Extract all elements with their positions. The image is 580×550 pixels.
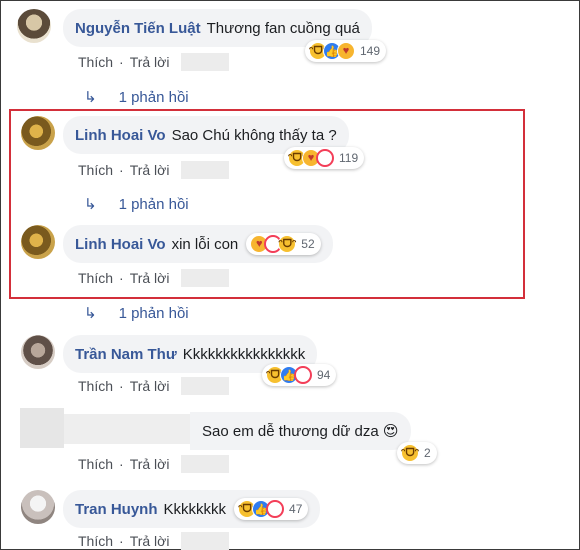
avatar[interactable] bbox=[21, 490, 55, 524]
reaction-summary[interactable]: ᵔᗜᵔ ♥ 119 bbox=[284, 147, 365, 169]
reply-link[interactable]: Trả lời bbox=[130, 162, 170, 178]
comment-author[interactable]: Tran Huynh bbox=[75, 501, 158, 518]
reply-arrow-icon: ↳ bbox=[84, 89, 97, 106]
view-replies-link[interactable]: ↳ 1 phản hồi bbox=[84, 88, 189, 107]
like-link[interactable]: Thích bbox=[78, 162, 113, 178]
blurred-avatar bbox=[20, 408, 64, 448]
action-separator: · bbox=[119, 54, 124, 70]
view-replies-label: 1 phản hồi bbox=[118, 304, 189, 322]
reply-link[interactable]: Trả lời bbox=[130, 533, 170, 549]
comment-actions: Thích · Trả lời bbox=[78, 455, 230, 473]
comment-actions: Thích · Trả lời bbox=[78, 53, 230, 71]
avatar[interactable] bbox=[21, 335, 55, 369]
avatar[interactable] bbox=[21, 225, 55, 259]
view-replies-label: 1 phản hồi bbox=[118, 88, 189, 106]
comment-actions: Thích · Trả lời bbox=[78, 377, 230, 395]
reply-link[interactable]: Trả lời bbox=[130, 54, 170, 70]
blurred-timestamp bbox=[181, 455, 230, 473]
view-replies-label: 1 phản hồi bbox=[118, 195, 189, 213]
comment-text: Kkkkkkkkkkkkkkkk bbox=[182, 345, 306, 363]
reaction-summary[interactable]: ᵔᗜᵔ 2 bbox=[397, 442, 437, 464]
reaction-summary[interactable]: ♥ ᵔᗜᵔ 52 bbox=[246, 233, 321, 255]
reaction-count: 149 bbox=[360, 44, 381, 58]
action-separator: · bbox=[119, 270, 124, 286]
avatar[interactable] bbox=[17, 9, 51, 43]
comment-author[interactable]: Trần Nam Thư bbox=[75, 346, 177, 363]
comment-actions: Thích · Trả lời bbox=[78, 532, 230, 550]
comment-bubble: Linh Hoai Vo xin lỗi con ♥ ᵔᗜᵔ 52 bbox=[63, 225, 333, 263]
action-separator: · bbox=[119, 456, 124, 472]
comment-text: Sao em dễ thương dữ dza 😍 bbox=[202, 423, 399, 440]
blurred-timestamp bbox=[181, 161, 230, 179]
reaction-count: 94 bbox=[317, 368, 331, 382]
hug-icon: ♥ bbox=[337, 42, 355, 60]
blurred-timestamp bbox=[181, 532, 230, 550]
reply-arrow-icon: ↳ bbox=[84, 196, 97, 213]
action-separator: · bbox=[119, 162, 124, 178]
avatar[interactable] bbox=[21, 116, 55, 150]
blurred-author bbox=[64, 414, 198, 444]
like-link[interactable]: Thích bbox=[78, 54, 113, 70]
reply-link[interactable]: Trả lời bbox=[130, 270, 170, 286]
reaction-summary[interactable]: ᵔᗜᵔ 👍 94 bbox=[262, 364, 337, 386]
like-link[interactable]: Thích bbox=[78, 378, 113, 394]
comment-bubble: Sao em dễ thương dữ dza 😍 bbox=[190, 412, 411, 450]
comment-bubble: Tran Huynh Kkkkkkkk ᵔᗜᵔ 👍 47 bbox=[63, 490, 321, 528]
view-replies-link[interactable]: ↳ 1 phản hồi bbox=[84, 304, 189, 323]
action-separator: · bbox=[119, 533, 124, 549]
like-link[interactable]: Thích bbox=[78, 533, 113, 549]
reaction-summary[interactable]: ᵔᗜᵔ 👍 47 bbox=[234, 498, 309, 520]
like-link[interactable]: Thích bbox=[78, 456, 113, 472]
reaction-count: 52 bbox=[301, 237, 315, 251]
comment-text: Thương fan cuồng quá bbox=[206, 19, 360, 37]
love-icon bbox=[266, 500, 285, 518]
love-icon bbox=[294, 366, 312, 384]
comment-text: Sao Chú không thấy ta ? bbox=[171, 126, 337, 144]
view-replies-link[interactable]: ↳ 1 phản hồi bbox=[84, 195, 189, 214]
comment-actions: Thích · Trả lời bbox=[78, 161, 230, 179]
comment-text: xin lỗi con bbox=[171, 235, 239, 253]
like-link[interactable]: Thích bbox=[78, 270, 113, 286]
haha-icon: ᵔᗜᵔ bbox=[401, 444, 419, 462]
comment-actions: Thích · Trả lời bbox=[78, 269, 230, 287]
reaction-count: 119 bbox=[339, 151, 359, 165]
comment-author[interactable]: Linh Hoai Vo bbox=[75, 236, 166, 253]
reply-arrow-icon: ↳ bbox=[84, 305, 97, 322]
reaction-count: 47 bbox=[289, 502, 303, 516]
action-separator: · bbox=[119, 378, 124, 394]
reply-link[interactable]: Trả lời bbox=[130, 456, 170, 472]
love-icon bbox=[316, 149, 334, 167]
haha-icon: ᵔᗜᵔ bbox=[278, 235, 296, 253]
comment-author[interactable]: Linh Hoai Vo bbox=[75, 127, 166, 144]
reaction-summary[interactable]: ᵔᗜᵔ 👍 ♥ 149 bbox=[305, 40, 387, 62]
blurred-timestamp bbox=[181, 269, 230, 287]
comment-author[interactable]: Nguyễn Tiến Luật bbox=[75, 20, 201, 37]
comment-text: Kkkkkkkk bbox=[163, 500, 227, 518]
reaction-count: 2 bbox=[424, 446, 431, 460]
blurred-timestamp bbox=[181, 377, 230, 395]
reply-link[interactable]: Trả lời bbox=[130, 378, 170, 394]
blurred-timestamp bbox=[181, 53, 230, 71]
